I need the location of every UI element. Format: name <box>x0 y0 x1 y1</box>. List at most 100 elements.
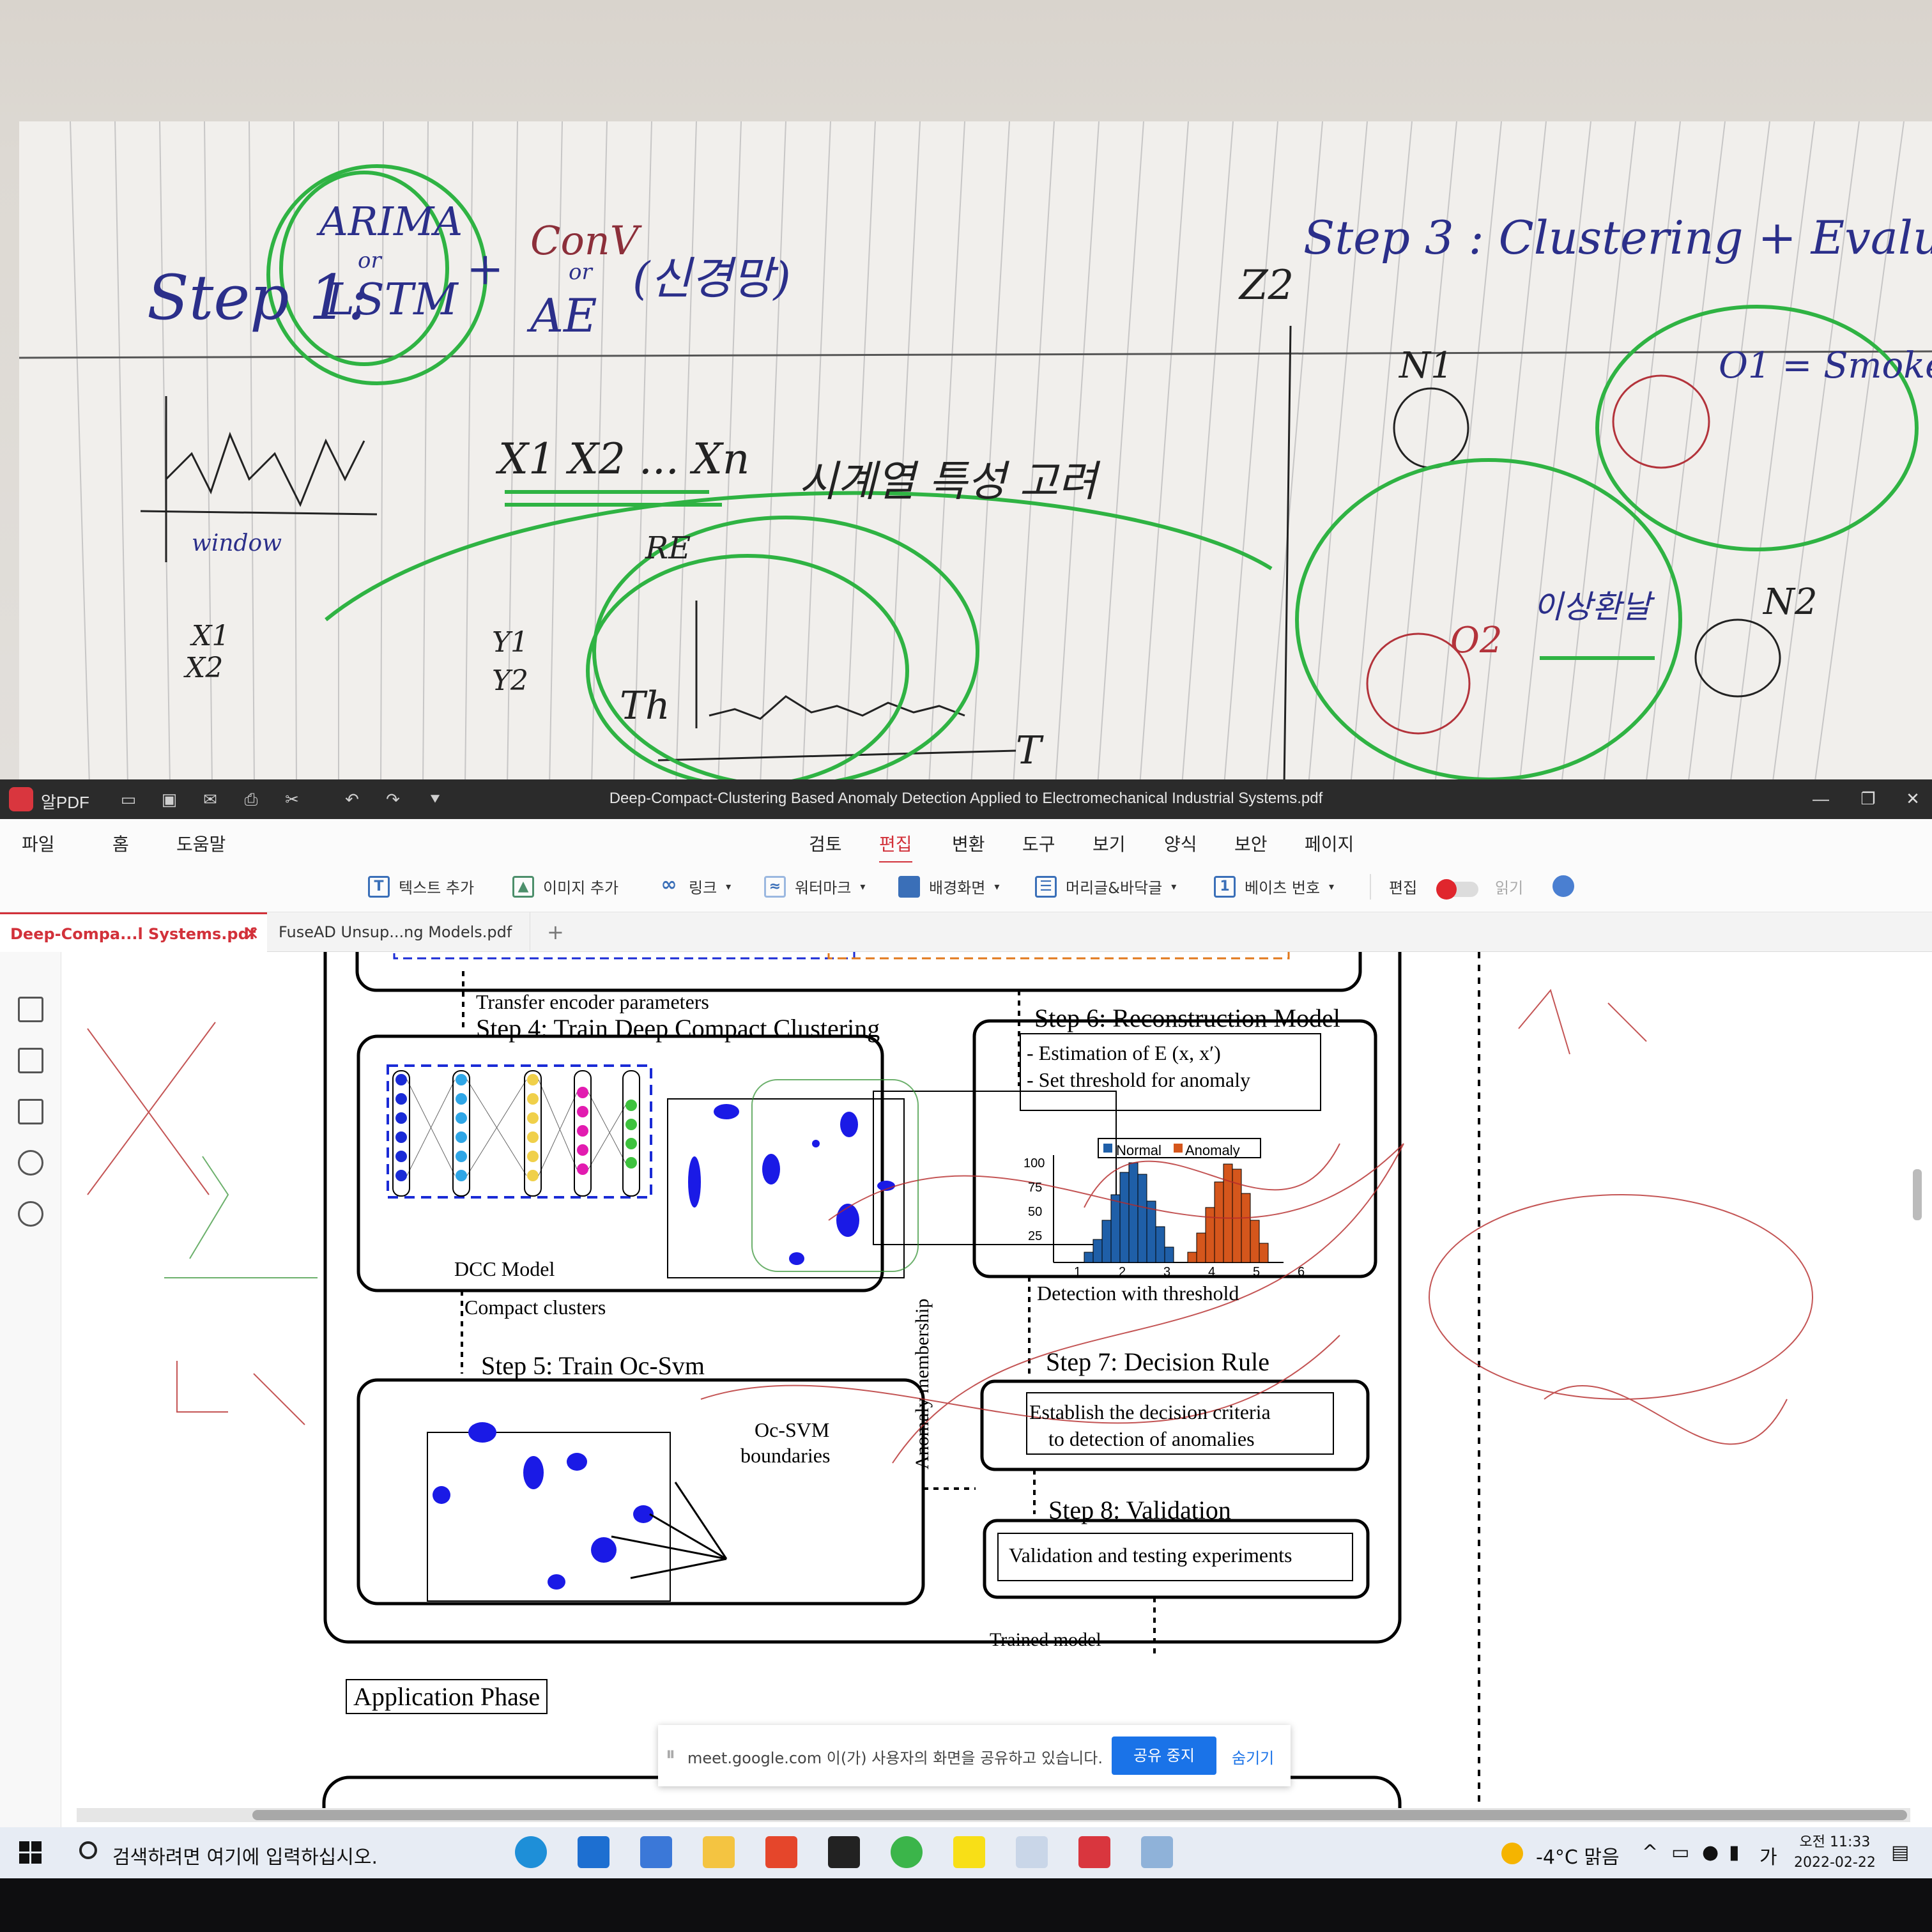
menu-file[interactable]: 파일 <box>22 831 55 856</box>
menu-tools[interactable]: 도구 <box>1022 831 1055 856</box>
normal-histogram-bars <box>1084 1162 1174 1263</box>
y-tick: 75 <box>1028 1181 1043 1195</box>
tab-deep-compact[interactable]: Deep-Compa...l Systems.pdf ✕ <box>0 912 267 952</box>
close-tab-icon[interactable]: ✕ <box>245 914 259 954</box>
display-icon[interactable]: ▭ <box>1671 1841 1689 1864</box>
chrome-icon[interactable] <box>891 1836 923 1868</box>
notebook-page: Step 1: ARIMA or LSTM + ConV or AE (신경망)… <box>19 121 1932 779</box>
link-dropdown-icon[interactable]: ▾ <box>726 880 731 893</box>
minimize-button[interactable]: — <box>1802 786 1840 811</box>
menu-page[interactable]: 페이지 <box>1305 831 1354 856</box>
decision-criteria-line1: Establish the decision criteria <box>1029 1400 1271 1423</box>
vertical-scrollbar[interactable] <box>1913 1169 1922 1220</box>
close-button[interactable]: ✕ <box>1894 786 1932 811</box>
windows-taskbar: 검색하려면 여기에 입력하십시오. -4°C 맑음 ^ ▭ ● ▮ 가 오전 1… <box>0 1827 1932 1878</box>
sticky-notes-icon[interactable] <box>828 1836 860 1868</box>
microphone-icon[interactable]: ● <box>1702 1841 1719 1864</box>
windows-start-icon[interactable] <box>19 1841 42 1864</box>
weather-sun-icon[interactable] <box>1501 1843 1523 1864</box>
menu-edit[interactable]: 편집 <box>879 831 912 864</box>
anomaly-histogram-bars <box>1187 1163 1269 1263</box>
store-icon[interactable] <box>640 1836 672 1868</box>
bookmark-icon[interactable] <box>18 1048 43 1073</box>
dcc-model-label: DCC Model <box>454 1257 555 1280</box>
step7-title: Step 7: Decision Rule <box>1046 1347 1269 1376</box>
kakaotalk-icon[interactable] <box>953 1836 985 1868</box>
note-x2: X2 <box>185 652 224 684</box>
hexagon-settings-icon <box>1552 875 1574 897</box>
header-footer-button[interactable]: ☰ 머리글&바닥글 ▾ <box>1035 875 1176 898</box>
settings-button[interactable] <box>1552 875 1574 897</box>
taskbar-search-box[interactable]: 검색하려면 여기에 입력하십시오. <box>70 1827 498 1878</box>
step6-title: Step 6: Reconstruction Model <box>1034 1004 1340 1032</box>
weather-text[interactable]: -4°C 맑음 <box>1536 1841 1620 1869</box>
menu-security[interactable]: 보안 <box>1234 831 1268 856</box>
legend-anomaly: Anomaly <box>1185 1142 1240 1158</box>
horizontal-scroll-thumb[interactable] <box>252 1810 1907 1820</box>
background-dropdown-icon[interactable]: ▾ <box>994 880 999 893</box>
bates-dropdown-icon[interactable]: ▾ <box>1329 880 1334 893</box>
alpdf-taskbar-icon[interactable] <box>1078 1836 1110 1868</box>
notification-icon[interactable]: ▤ <box>1891 1841 1909 1864</box>
compact-clusters-label: Compact clusters <box>464 1296 606 1319</box>
hide-button[interactable]: 숨기기 <box>1232 1745 1274 1768</box>
file-explorer-icon[interactable] <box>703 1836 735 1868</box>
edge-icon[interactable] <box>515 1836 547 1868</box>
menu-help[interactable]: 도움말 <box>176 831 226 856</box>
paint-icon[interactable] <box>1016 1836 1048 1868</box>
add-tab-button[interactable]: + <box>537 912 564 952</box>
anomaly-membership-label: Anomaly membership <box>912 1298 933 1469</box>
link-button[interactable]: ∞ 링크 ▾ <box>658 873 732 898</box>
comment-icon[interactable] <box>18 1099 43 1124</box>
ime-indicator[interactable]: 가 <box>1759 1841 1777 1869</box>
add-image-button[interactable]: ▲ 이미지 추가 <box>512 875 618 898</box>
note-y2: Y2 <box>492 664 529 697</box>
drag-handle-icon[interactable]: ⏸ <box>666 1743 675 1765</box>
link-icon: ∞ <box>661 873 677 896</box>
stop-sharing-button[interactable]: 공유 중지 <box>1112 1736 1216 1775</box>
pdf-page-view[interactable]: Transfer encoder parameters Step 4: Trai… <box>62 952 1919 1808</box>
edit-mode-label: 편집 <box>1389 879 1418 897</box>
header-footer-dropdown-icon[interactable]: ▾ <box>1171 880 1176 893</box>
trained-model-label: Trained model <box>990 1629 1101 1650</box>
tab-label: FuseAD Unsup...ng Models.pdf <box>279 923 512 941</box>
restore-button[interactable]: ❐ <box>1849 786 1887 811</box>
background-label: 배경화면 <box>929 879 986 897</box>
image-icon: ▲ <box>512 875 534 898</box>
attachment-icon[interactable] <box>18 1150 43 1176</box>
x-tick: 3 <box>1163 1265 1171 1279</box>
menu-view[interactable]: 보기 <box>1092 831 1126 856</box>
search-icon[interactable] <box>18 1201 43 1227</box>
screenshot-root: Step 1: ARIMA or LSTM + ConV or AE (신경망)… <box>0 0 1932 1932</box>
tab-fusead[interactable]: FuseAD Unsup...ng Models.pdf <box>268 912 530 952</box>
thumbnail-panel-icon[interactable] <box>18 997 43 1022</box>
tray-overflow-icon[interactable]: ^ <box>1642 1841 1658 1864</box>
taskbar-clock[interactable]: 오전 11:33 2022-02-22 <box>1794 1832 1876 1873</box>
left-panel-sidebar <box>0 952 72 1827</box>
battery-icon[interactable]: ▮ <box>1729 1841 1740 1864</box>
menu-home[interactable]: 홈 <box>112 831 129 856</box>
bates-number-button[interactable]: 1 베이츠 번호 ▾ <box>1214 875 1334 898</box>
edit-toolbar: T 텍스트 추가 ▲ 이미지 추가 ∞ 링크 ▾ ≈ 워터마크 ▾ 배경화면 ▾ <box>0 862 1932 912</box>
note-lstm: LSTM <box>326 275 458 325</box>
edit-read-toggle[interactable] <box>1436 879 1478 900</box>
mail-app-icon[interactable] <box>578 1836 610 1868</box>
office-icon[interactable] <box>765 1836 797 1868</box>
x-tick: 6 <box>1298 1265 1305 1279</box>
watermark-dropdown-icon[interactable]: ▾ <box>860 880 865 893</box>
background-button[interactable]: 배경화면 ▾ <box>898 875 999 898</box>
menu-review[interactable]: 검토 <box>809 831 842 856</box>
notepad-icon[interactable] <box>1141 1836 1173 1868</box>
screen-share-notice: ⏸ meet.google.com 이(가) 사용자의 화면을 공유하고 있습니… <box>658 1725 1291 1786</box>
step4-title: Step 4: Train Deep Compact Clustering <box>476 1014 880 1043</box>
note-th: Th <box>620 684 670 728</box>
threshold-text: - Set threshold for anomaly <box>1027 1068 1251 1091</box>
note-o1-smoke: O1 = Smoke <box>1719 345 1932 387</box>
menu-convert[interactable]: 변환 <box>952 831 985 856</box>
notebook-photo: Step 1: ARIMA or LSTM + ConV or AE (신경망)… <box>0 0 1932 779</box>
menu-forms[interactable]: 양식 <box>1164 831 1197 856</box>
add-text-button[interactable]: T 텍스트 추가 <box>368 875 474 898</box>
note-step3: Step 3 : Clustering + Evaluation <box>1303 211 1932 264</box>
horizontal-scrollbar[interactable] <box>77 1808 1910 1822</box>
watermark-button[interactable]: ≈ 워터마크 ▾ <box>764 875 865 898</box>
